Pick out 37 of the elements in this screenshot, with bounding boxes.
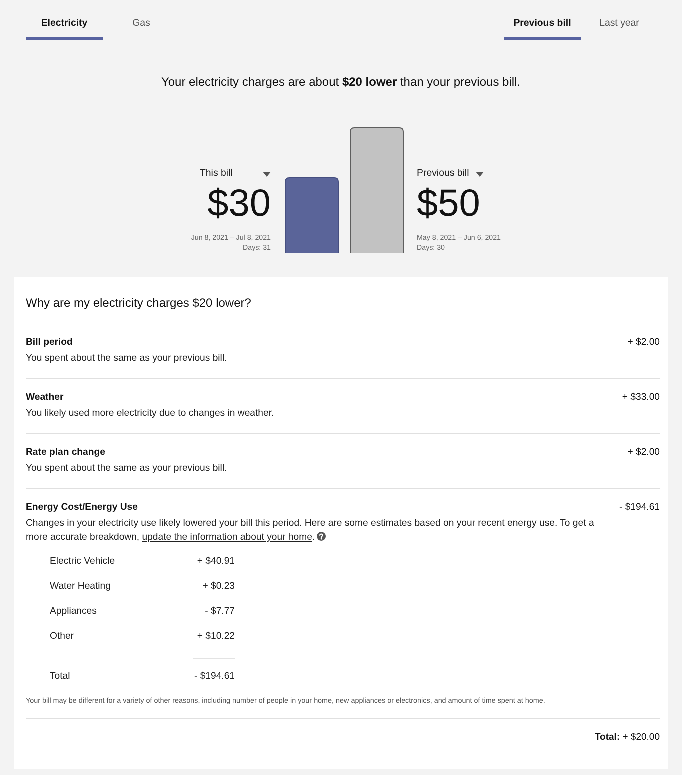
breakdown-heading: Why are my electricity charges $20 lower? (26, 296, 252, 310)
factor-description: You likely used more electricity due to changes in weather. (26, 407, 276, 421)
factor-amount: + $33.00 (622, 392, 660, 404)
factor-title: Bill period (26, 337, 73, 349)
usage-amount: + $0.23 (202, 580, 235, 594)
usage-category: Water Heating (50, 580, 112, 594)
bill-dropdown[interactable]: This bill (200, 168, 271, 180)
factor-title: Energy Cost/Energy Use (26, 502, 138, 514)
tab[interactable]: Gas (103, 0, 180, 40)
caret-icon (476, 172, 484, 176)
usage-category: Electric Vehicle (50, 555, 116, 569)
factor-description: Changes in your electricity use likely lowered your bill this period. Here are some estimates based on your recent energy use. To get a more accurate breakdown, update the information about your home. (26, 517, 596, 545)
usage-total-label: Total (50, 670, 72, 684)
usage-category: Other (50, 630, 75, 644)
usage-amount: + $40.91 (196, 555, 235, 569)
factor-title: Weather (26, 392, 64, 404)
tab[interactable]: Electricity (26, 0, 103, 40)
bill-amount: $50 (417, 182, 480, 226)
factor-amount: - $194.61 (619, 502, 660, 514)
bill-amount: $30 (208, 182, 271, 226)
usage-category: Appliances (50, 605, 98, 619)
usage-amount: - $7.77 (204, 605, 235, 619)
grand-total: Total: + $20.00 (594, 730, 660, 744)
factor-amount: + $2.00 (628, 447, 660, 459)
factor-description: You spent about the same as your previous bill. (26, 352, 228, 366)
factor-title: Rate plan change (26, 447, 106, 459)
usage-total-amount: - $194.61 (194, 670, 235, 684)
factor-description: You spent about the same as your previous bill. (26, 462, 228, 476)
caret-icon (263, 172, 271, 176)
usage-amount: + $10.22 (196, 630, 235, 644)
help-icon[interactable] (317, 532, 326, 541)
factor-amount: + $2.00 (628, 337, 660, 349)
update-home-link[interactable]: update the information about your home (142, 532, 312, 543)
summary-text: Your electricity charges are about $20 lower than your previous bill. (160, 76, 522, 88)
tab[interactable]: Last year (581, 0, 658, 40)
tab[interactable]: Previous bill (504, 0, 581, 40)
bill-dropdown[interactable]: Previous bill (417, 168, 484, 180)
